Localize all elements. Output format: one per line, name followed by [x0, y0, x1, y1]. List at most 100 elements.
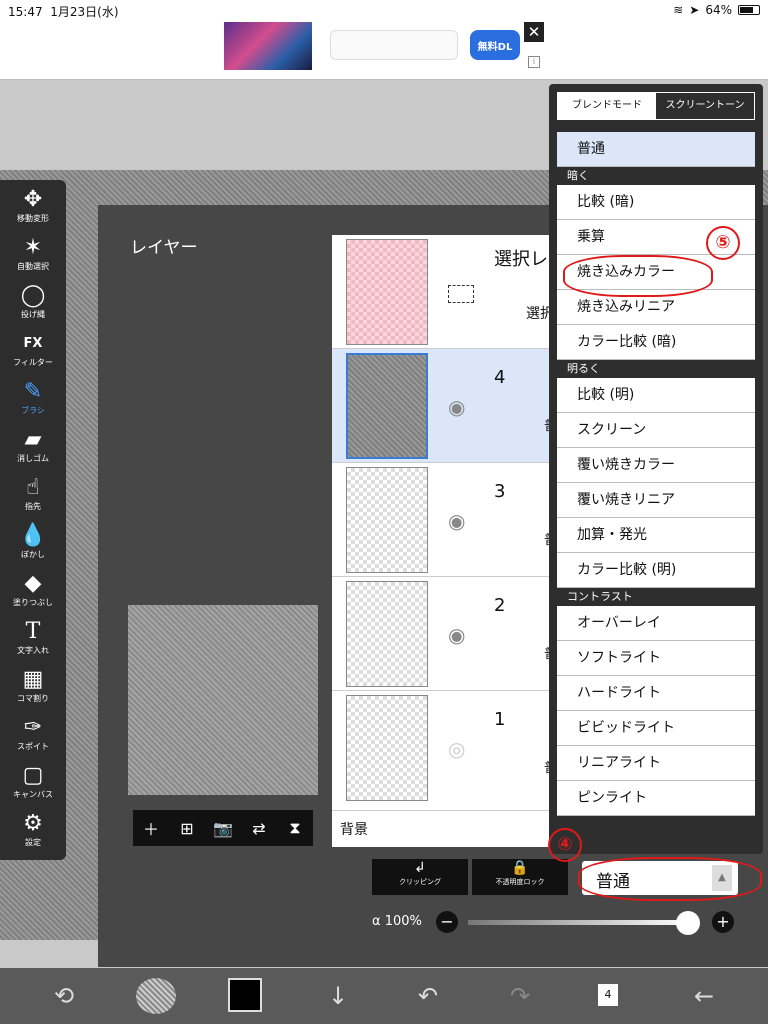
undo-icon[interactable]: ↶ [408, 978, 448, 1014]
ad-download-button[interactable]: 無料DL [470, 30, 520, 60]
tool-blur[interactable]: 💧 ぼかし [0, 522, 66, 570]
layer-row[interactable]: ◎ 1 普 [332, 691, 558, 811]
tool-eraser[interactable]: ▰ 消しゴム [0, 426, 66, 474]
finger-icon: ☝ [26, 475, 40, 500]
tool-move[interactable]: ✥ 移動変形 [0, 186, 66, 234]
back-arrow-icon[interactable]: ← [684, 978, 724, 1014]
tool-label: 消しゴム [17, 454, 49, 463]
text-icon: T [25, 619, 41, 644]
blend-option[interactable]: 加算・発光 [557, 518, 755, 553]
ad-image[interactable] [224, 22, 312, 70]
dropdown-tabs: ブレンドモード スクリーントーン [557, 92, 755, 120]
flip-icon[interactable]: ⇄ [247, 819, 271, 838]
blend-option[interactable]: リニアライト [557, 746, 755, 781]
clipping-label: クリッピング [399, 878, 441, 886]
blend-option[interactable]: スクリーン [557, 413, 755, 448]
add-layer-icon[interactable]: ＋ [139, 816, 163, 840]
plus-icon[interactable]: + [712, 911, 734, 933]
tab-screentone[interactable]: スクリーントーン [656, 93, 754, 119]
tool-label: スポイト [17, 742, 49, 751]
layer-row[interactable]: ◉ 4 普 [332, 349, 558, 463]
selection-layer-row[interactable]: 選択レ 選択 [332, 235, 558, 349]
tool-eyedropper[interactable]: ✑ スポイト [0, 714, 66, 762]
down-arrow-icon[interactable]: ↓ [318, 978, 358, 1014]
frame-icon: ▦ [22, 667, 44, 692]
tool-settings[interactable]: ⚙ 設定 [0, 810, 66, 858]
layer-number: 1 [494, 709, 506, 730]
lock-icon: 🔒 [511, 860, 529, 876]
blend-mode-dropdown: ブレンドモード スクリーントーン 普通 暗く 比較 (暗) 乗算 焼き込みカラー… [549, 84, 763, 854]
layer-thumbnail [346, 695, 428, 801]
section-header-dark: 暗く [557, 167, 755, 185]
tool-label: ブラシ [21, 406, 45, 415]
alpha-lock-button[interactable]: 🔒 不透明度ロック [472, 859, 568, 895]
redo-icon[interactable]: ↷ [500, 978, 540, 1014]
layer-number: 4 [494, 367, 506, 388]
annotation-highlight-blend-field [578, 857, 762, 901]
layer-row[interactable]: ◉ 2 普 [332, 577, 558, 691]
blend-option[interactable]: ソフトライト [557, 641, 755, 676]
blend-option[interactable]: 比較 (明) [557, 378, 755, 413]
bottom-toolbar: ⟲ ↓ ↶ ↷ 4 ← [0, 968, 768, 1024]
rotate-icon[interactable]: ⟲ [44, 978, 84, 1014]
tool-magic-wand[interactable]: ✶ 自動選択 [0, 234, 66, 282]
bucket-icon: ◆ [24, 571, 42, 596]
blend-option[interactable]: 覆い焼きカラー [557, 448, 755, 483]
layer-action-bar: ＋ ⊞ 📷 ⇄ ⧗ [133, 810, 313, 846]
fx-icon: FX [23, 336, 43, 351]
tool-finger[interactable]: ☝ 指先 [0, 474, 66, 522]
brush-preview-icon[interactable] [136, 978, 176, 1014]
ad-close-icon[interactable]: ✕ [524, 22, 544, 42]
eye-hidden-icon[interactable]: ◎ [448, 737, 465, 761]
layer-row[interactable]: ◉ 3 普 [332, 463, 558, 577]
color-swatch[interactable] [228, 978, 262, 1012]
move-icon: ✥ [23, 187, 43, 212]
tool-label: 指先 [25, 502, 41, 511]
tool-text[interactable]: T 文字入れ [0, 618, 66, 666]
opacity-slider-knob[interactable] [676, 911, 700, 935]
tool-label: 投げ縄 [21, 310, 45, 319]
opacity-label: α 100% [372, 914, 422, 929]
blend-option-normal[interactable]: 普通 [557, 132, 755, 167]
blend-option[interactable]: オーバーレイ [557, 606, 755, 641]
background-label: 背景 [340, 822, 368, 838]
blend-option[interactable]: 覆い焼きリニア [557, 483, 755, 518]
tool-label: キャンバス [13, 790, 53, 799]
tool-frame[interactable]: ▦ コマ割り [0, 666, 66, 714]
tool-label: 移動変形 [17, 214, 49, 223]
tool-canvas[interactable]: ▢ キャンバス [0, 762, 66, 810]
minus-icon[interactable]: − [436, 911, 458, 933]
blend-option[interactable]: ビビッドライト [557, 711, 755, 746]
tool-bucket[interactable]: ◆ 塗りつぶし [0, 570, 66, 618]
layers-icon[interactable]: 4 [598, 984, 618, 1006]
tool-filter[interactable]: FX フィルター [0, 330, 66, 378]
merge-icon[interactable]: ⧗ [283, 818, 307, 838]
tool-sidebar: ✥ 移動変形 ✶ 自動選択 ◯ 投げ縄 FX フィルター ✎ ブラシ ▰ 消しゴム ☝ 指先 … [0, 180, 66, 860]
add-layer-box-icon[interactable]: ⊞ [175, 819, 199, 838]
annotation-step-5: ⑤ [706, 226, 740, 260]
layer-number: 3 [494, 481, 506, 502]
camera-icon[interactable]: 📷 [211, 819, 235, 838]
eye-icon[interactable]: ◉ [448, 395, 465, 419]
section-header-light: 明るく [557, 360, 755, 378]
eye-icon[interactable]: ◉ [448, 509, 465, 533]
eye-icon[interactable]: ◉ [448, 623, 465, 647]
background-layer-row[interactable]: 背景 [332, 811, 558, 847]
tool-brush[interactable]: ✎ ブラシ [0, 378, 66, 426]
gear-icon: ⚙ [23, 811, 43, 836]
ad-info-icon[interactable]: i [528, 56, 540, 68]
status-time-date: 15:47 1月23日(水) [8, 5, 119, 19]
ad-banner[interactable]: 無料DL ✕ i [0, 22, 768, 80]
clipping-button[interactable]: ↲ クリッピング [372, 859, 468, 895]
blend-option[interactable]: ハードライト [557, 676, 755, 711]
blend-option[interactable]: カラー比較 (明) [557, 553, 755, 588]
alpha-lock-label: 不透明度ロック [495, 878, 545, 886]
blend-option[interactable]: ピンライト [557, 781, 755, 816]
annotation-highlight-color-burn [563, 255, 713, 297]
opacity-slider[interactable] [468, 920, 688, 925]
blend-option[interactable]: 比較 (暗) [557, 185, 755, 220]
eraser-icon: ▰ [24, 427, 42, 452]
blend-option[interactable]: カラー比較 (暗) [557, 325, 755, 360]
tab-blend-mode[interactable]: ブレンドモード [558, 93, 656, 119]
tool-lasso[interactable]: ◯ 投げ縄 [0, 282, 66, 330]
